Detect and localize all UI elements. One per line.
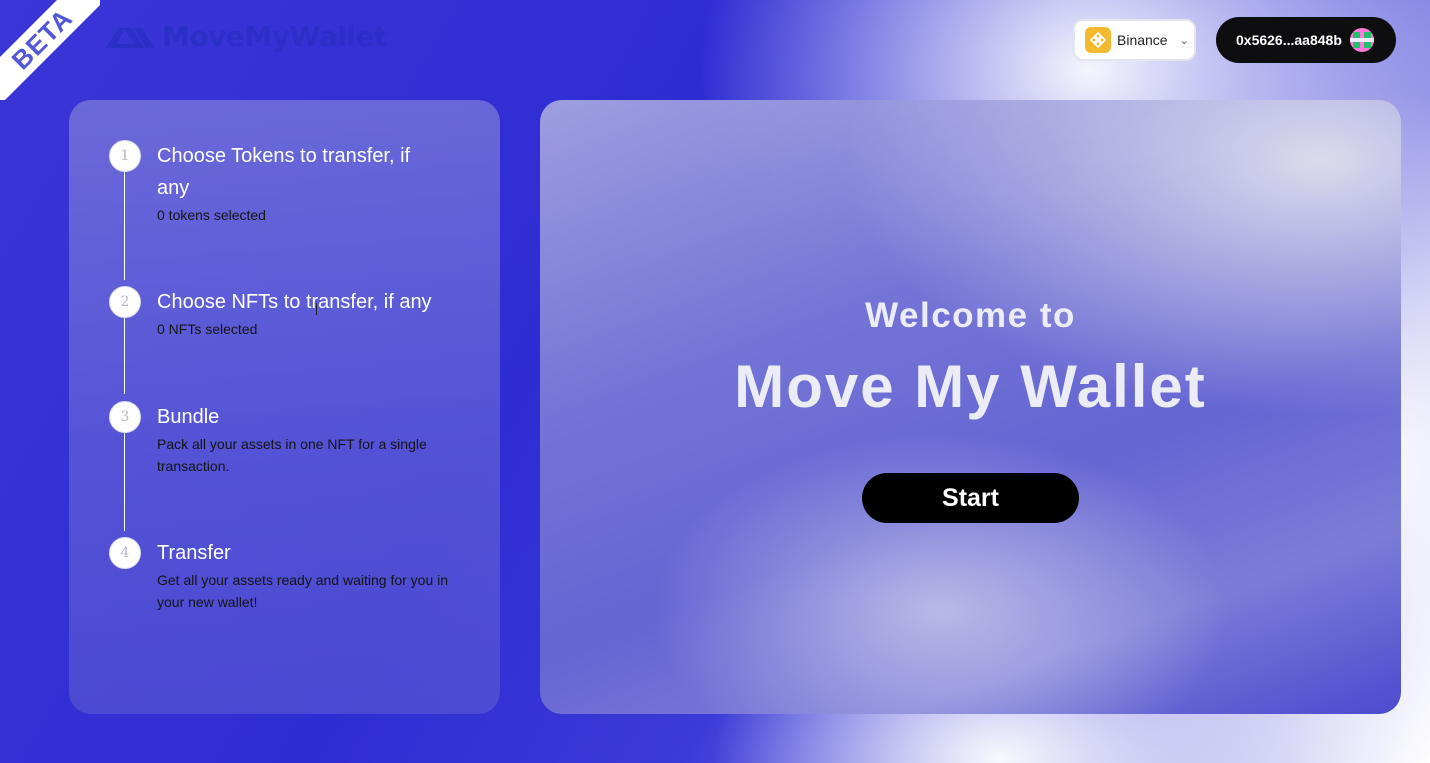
step-choose-nfts[interactable]: 2 Choose NFTs to transfer, if any 0 NFTs… [109, 286, 469, 366]
step-description: 0 tokens selected [157, 207, 266, 223]
step-description: Pack all your assets in one NFT for a si… [157, 436, 427, 474]
step-transfer[interactable]: 4 Transfer Get all your assets ready and… [109, 537, 469, 627]
steps-panel: 1 Choose Tokens to transfer, if any 0 to… [69, 100, 500, 714]
welcome-title: Move My Wallet [734, 353, 1207, 420]
beta-label: BETA [5, 2, 79, 76]
network-select-label: Binance [1117, 32, 1168, 48]
step-number: 2 [109, 286, 141, 318]
wallet-address-button[interactable]: 0x5626...aa848b [1216, 17, 1396, 63]
step-title: Choose NFTs to transfer, if any [157, 291, 432, 313]
network-select[interactable]: Binance ⌄ [1073, 19, 1196, 61]
step-number: 1 [109, 140, 141, 172]
app-logo[interactable]: MoveMyWallet [104, 20, 387, 53]
welcome-panel: Welcome to Move My Wallet Start [540, 100, 1401, 714]
step-choose-tokens[interactable]: 1 Choose Tokens to transfer, if any 0 to… [109, 140, 469, 250]
text-cursor-icon [316, 303, 322, 315]
step-description: Get all your assets ready and waiting fo… [157, 572, 449, 610]
beta-band: BETA [0, 0, 100, 100]
step-number: 3 [109, 401, 141, 433]
step-number: 4 [109, 537, 141, 569]
step-title: Bundle [157, 406, 220, 428]
wallet-avatar [1349, 28, 1374, 52]
step-bundle[interactable]: 3 Bundle Pack all your assets in one NFT… [109, 401, 469, 491]
chevron-down-icon: ⌄ [1179, 34, 1189, 47]
step-title: Choose Tokens to transfer, if any [157, 145, 411, 199]
start-button[interactable]: Start [862, 473, 1079, 523]
binance-icon [1085, 27, 1111, 53]
step-title: Transfer [157, 542, 231, 564]
step-description: 0 NFTs selected [157, 321, 258, 337]
beta-ribbon: BETA [0, 0, 100, 100]
logo-mark-icon [106, 27, 154, 48]
welcome-subtitle: Welcome to [865, 296, 1076, 335]
logo-text: MoveMyWallet [162, 20, 387, 53]
wallet-address: 0x5626...aa848b [1236, 32, 1342, 48]
